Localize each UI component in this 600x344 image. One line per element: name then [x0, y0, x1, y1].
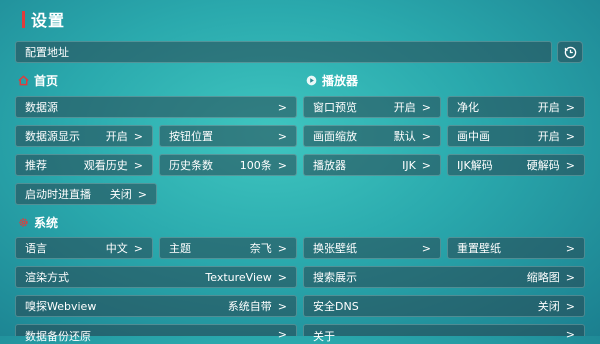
chevron-right-icon: >	[277, 241, 287, 255]
page-title: 设置	[31, 11, 66, 30]
search-display-value: 缩略图	[526, 271, 560, 284]
search-display-row[interactable]: 搜索展示 缩略图 >	[303, 266, 585, 288]
config-address-label: 配置地址	[25, 46, 69, 59]
datasource-display-label: 数据源显示	[25, 130, 80, 143]
chevron-right-icon: >	[421, 158, 431, 172]
window-preview-label: 窗口预览	[313, 101, 357, 114]
page-header: 设置	[22, 9, 66, 30]
change-wallpaper-label: 换张壁纸	[313, 242, 357, 255]
play-circle-icon	[306, 75, 317, 86]
sniff-webview-row[interactable]: 嗅探Webview 系统自带 >	[15, 295, 297, 317]
about-row[interactable]: 关于 >	[303, 324, 585, 343]
chevron-right-icon: >	[277, 270, 287, 284]
change-wallpaper-row[interactable]: 换张壁纸 >	[303, 237, 441, 259]
chevron-right-icon: >	[421, 100, 431, 114]
language-row[interactable]: 语言 中文 >	[15, 237, 153, 259]
secure-dns-row[interactable]: 安全DNS 关闭 >	[303, 295, 585, 317]
purify-label: 净化	[457, 101, 479, 114]
window-preview-value: 开启	[393, 101, 416, 114]
ijk-decode-row[interactable]: IJK解码 硬解码 >	[447, 154, 585, 176]
startup-live-label: 启动时进直播	[25, 188, 91, 201]
search-display-label: 搜索展示	[313, 271, 357, 284]
sniff-webview-label: 嗅探Webview	[25, 300, 97, 313]
chevron-right-icon: >	[133, 241, 143, 255]
section-system: 系统	[18, 214, 58, 231]
sniff-webview-value: 系统自带	[227, 300, 272, 313]
language-label: 语言	[25, 242, 47, 255]
datasource-display-value: 开启	[105, 130, 128, 143]
recommend-value: 观看历史	[83, 159, 128, 172]
chevron-right-icon: >	[565, 299, 575, 313]
chevron-right-icon: >	[421, 129, 431, 143]
backup-restore-row[interactable]: 数据备份还原 >	[15, 324, 297, 343]
config-address-field[interactable]: 配置地址	[15, 41, 552, 63]
chevron-right-icon: >	[565, 241, 575, 255]
section-player-label: 播放器	[322, 74, 359, 88]
chevron-right-icon: >	[565, 129, 575, 143]
recommend-row[interactable]: 推荐 观看历史 >	[15, 154, 153, 176]
player-value: IJK	[402, 158, 416, 172]
chevron-right-icon: >	[277, 299, 287, 313]
render-mode-value: TextureView	[205, 270, 272, 284]
history-button[interactable]	[557, 41, 583, 63]
theme-label: 主题	[169, 242, 191, 255]
backup-restore-label: 数据备份还原	[25, 330, 91, 343]
gear-icon	[19, 218, 28, 227]
ijk-decode-value: 硬解码	[526, 159, 560, 172]
chevron-right-icon: >	[421, 241, 431, 255]
title-accent-bar	[22, 10, 25, 28]
section-system-label: 系统	[34, 216, 59, 230]
recommend-label: 推荐	[25, 159, 47, 172]
chevron-right-icon: >	[565, 328, 575, 341]
pip-value: 开启	[537, 130, 560, 143]
chevron-right-icon: >	[277, 100, 287, 114]
section-home: 首页	[18, 72, 58, 89]
player-row[interactable]: 播放器 IJK >	[303, 154, 441, 176]
scale-label: 画面缩放	[313, 130, 357, 143]
history-clock-icon	[564, 46, 576, 58]
history-count-label: 历史条数	[169, 159, 213, 172]
chevron-right-icon: >	[565, 158, 575, 172]
chevron-right-icon: >	[137, 187, 147, 201]
language-value: 中文	[105, 242, 128, 255]
scale-row[interactable]: 画面缩放 默认 >	[303, 125, 441, 147]
secure-dns-label: 安全DNS	[313, 300, 359, 313]
theme-row[interactable]: 主题 奈飞 >	[159, 237, 297, 259]
player-label: 播放器	[313, 159, 346, 172]
pip-row[interactable]: 画中画 开启 >	[447, 125, 585, 147]
chevron-right-icon: >	[133, 129, 143, 143]
secure-dns-value: 关闭	[537, 300, 560, 313]
chevron-right-icon: >	[565, 270, 575, 284]
datasource-row[interactable]: 数据源 >	[15, 96, 297, 118]
startup-live-row[interactable]: 启动时进直播 关闭 >	[15, 183, 157, 205]
button-position-label: 按钮位置	[169, 130, 213, 143]
reset-wallpaper-label: 重置壁纸	[457, 242, 501, 255]
ijk-decode-label: IJK解码	[457, 159, 493, 172]
datasource-label: 数据源	[25, 101, 58, 114]
chevron-right-icon: >	[133, 158, 143, 172]
about-label: 关于	[313, 330, 335, 343]
window-preview-row[interactable]: 窗口预览 开启 >	[303, 96, 441, 118]
chevron-right-icon: >	[277, 129, 287, 143]
home-icon	[18, 75, 29, 86]
pip-label: 画中画	[457, 130, 490, 143]
scale-value: 默认	[393, 130, 416, 143]
purify-row[interactable]: 净化 开启 >	[447, 96, 585, 118]
startup-live-value: 关闭	[109, 188, 132, 201]
chevron-right-icon: >	[565, 100, 575, 114]
theme-value: 奈飞	[249, 242, 272, 255]
chevron-right-icon: >	[277, 158, 287, 172]
purify-value: 开启	[537, 101, 560, 114]
section-home-label: 首页	[34, 74, 59, 88]
reset-wallpaper-row[interactable]: 重置壁纸 >	[447, 237, 585, 259]
chevron-right-icon: >	[277, 328, 287, 341]
render-mode-label: 渲染方式	[25, 271, 69, 284]
history-count-value: 100条	[239, 159, 272, 172]
datasource-display-row[interactable]: 数据源显示 开启 >	[15, 125, 153, 147]
button-position-row[interactable]: 按钮位置 >	[159, 125, 297, 147]
render-mode-row[interactable]: 渲染方式 TextureView >	[15, 266, 297, 288]
history-count-row[interactable]: 历史条数 100条 >	[159, 154, 297, 176]
section-player: 播放器	[306, 72, 358, 89]
